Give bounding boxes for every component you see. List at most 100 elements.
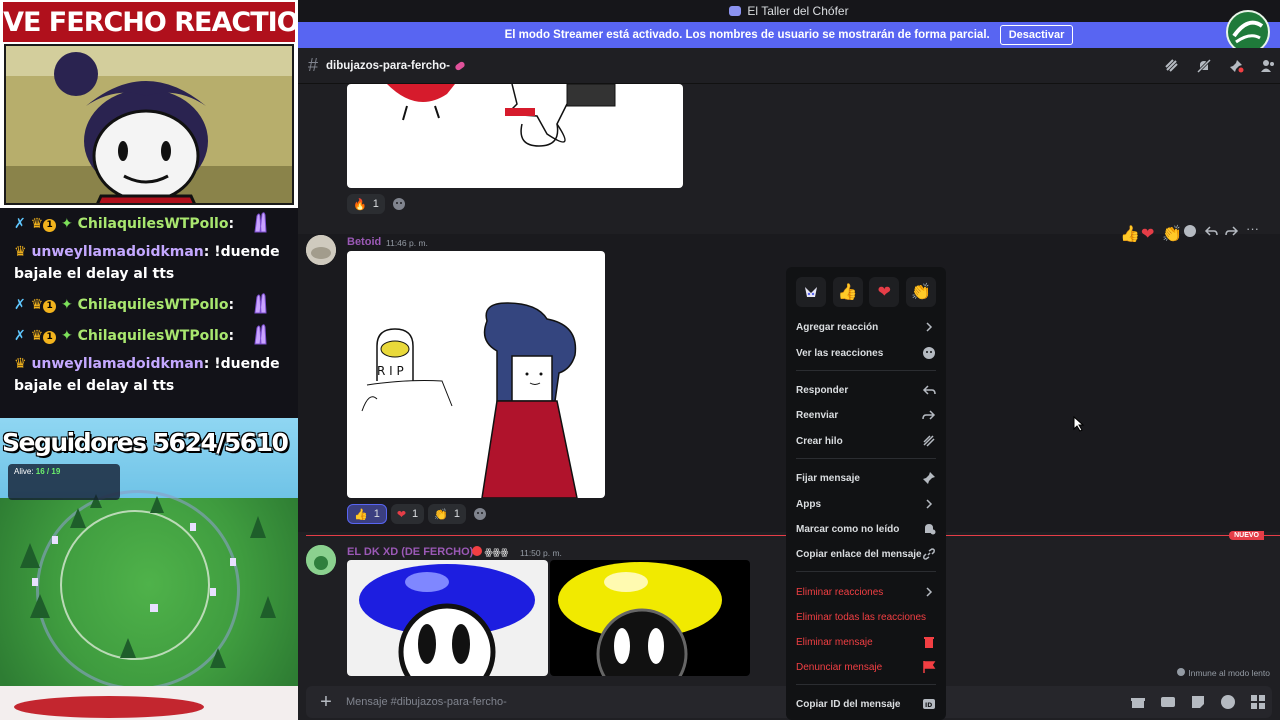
quick-thumbs-up-icon[interactable]: 👍 (1120, 224, 1140, 243)
message-author[interactable]: Betoid (347, 236, 381, 248)
id-icon: ID (922, 697, 936, 711)
channel-name: dibujazos-para-fercho- (326, 59, 450, 72)
add-reaction-button[interactable] (470, 504, 490, 524)
new-badge: NUEVO (1229, 531, 1264, 540)
server-tag: ꙮꙮꙮ (484, 547, 509, 557)
gift-icon[interactable] (1130, 694, 1146, 710)
message-input[interactable] (346, 686, 766, 718)
sticker-icon[interactable] (1190, 694, 1206, 710)
menu-label: Apps (796, 498, 821, 510)
window-titlebar: El Taller del Chófer (298, 0, 1280, 22)
custom-emoji-icon (805, 287, 817, 297)
menu-apps[interactable]: Apps (786, 493, 946, 515)
header-toolbar (1164, 48, 1280, 84)
quick-reaction-thumbs-up[interactable]: 👍 (832, 277, 863, 307)
reaction-bar: 🔥 1 (347, 194, 409, 214)
message-timestamp: 11:46 p. m. (386, 238, 428, 248)
add-reaction-icon[interactable] (1183, 224, 1197, 238)
quick-reactions: 👍 ❤ 👏 (796, 277, 936, 309)
more-options-icon[interactable]: ··· (1246, 222, 1260, 238)
clap-icon: 👏 (434, 508, 448, 521)
menu-view-reactions[interactable]: Ver las reacciones (786, 342, 946, 364)
menu-reply[interactable]: Responder (786, 379, 946, 401)
chevron-right-icon (922, 320, 936, 334)
pin-icon (922, 471, 936, 485)
thumbs-up-icon: 👍 (837, 284, 858, 301)
stream-chat: ✗ ♛ 1 ✦ ChilaquilesWTPollo: ♛ unweyllamad… (0, 208, 298, 418)
reaction-clap[interactable]: 👏 1 (428, 504, 466, 524)
reply-icon (922, 383, 936, 397)
author-tag: ꙮꙮꙮ (472, 546, 508, 558)
chat-username: ChilaquilesWTPollo (77, 328, 229, 344)
menu-copy-message-id[interactable]: Copiar ID del mensaje ID (786, 693, 946, 715)
menu-label: Marcar como no leído (796, 523, 900, 535)
menu-add-reaction[interactable]: Agregar reacción (786, 316, 946, 338)
pin-icon[interactable] (1228, 58, 1244, 74)
alive-value: 16 / 19 (35, 467, 61, 476)
reaction-count: 1 (453, 508, 460, 520)
message-image-attachment[interactable] (347, 560, 548, 676)
gif-icon[interactable] (1160, 694, 1176, 710)
trash-icon (922, 635, 936, 649)
menu-pin-message[interactable]: Fijar mensaje (786, 467, 946, 489)
chat-username: ChilaquilesWTPollo (77, 297, 229, 313)
mute-bell-icon[interactable] (1196, 58, 1212, 74)
message-image-attachment[interactable]: R I P (347, 251, 605, 498)
drawing-image-yellow (558, 562, 722, 676)
menu-report-message[interactable]: Denunciar mensaje (786, 656, 946, 678)
menu-copy-link[interactable]: Copiar enlace del mensaje (786, 543, 946, 565)
menu-delete-message[interactable]: Eliminar mensaje (786, 631, 946, 653)
sword-icon: ✗ (14, 297, 26, 313)
message-author[interactable]: EL DK XD (DE FERCHO) (347, 546, 473, 558)
sword-icon: ✗ (14, 216, 26, 232)
add-reaction-button[interactable] (389, 194, 409, 214)
disable-streamer-mode-button[interactable]: Desactivar (999, 25, 1074, 45)
drawing-image-blue (359, 564, 535, 676)
quick-reaction-heart[interactable]: ❤ (869, 277, 900, 307)
rip-text: R I P (377, 364, 404, 378)
quick-reaction-clap[interactable]: 👏 (905, 277, 936, 307)
reaction-thumbs-up[interactable]: 👍 1 (347, 504, 387, 524)
crown-icon: ♛ (30, 328, 44, 344)
mouse-cursor-icon (1073, 416, 1085, 432)
message-image-attachment[interactable] (550, 560, 750, 676)
apps-icon[interactable] (1250, 694, 1266, 710)
reaction-bar: 👍 1 ❤ 1 👏 1 (347, 504, 490, 524)
menu-remove-reactions[interactable]: Eliminar reacciones (786, 581, 946, 603)
reply-icon[interactable] (1204, 224, 1218, 238)
emoji-icon[interactable] (1220, 694, 1236, 710)
quick-reaction-custom[interactable] (796, 277, 826, 307)
discord-logo-icon (729, 6, 742, 16)
quick-clap-icon[interactable]: 👏 (1162, 224, 1182, 243)
server-tag-icon (472, 546, 482, 556)
logo-swirl-icon (1232, 20, 1264, 44)
diamond-icon: ✦ (61, 297, 73, 313)
avatar[interactable] (306, 235, 336, 265)
add-emoji-icon (392, 198, 405, 210)
alive-label: Alive: (14, 467, 34, 476)
menu-label: Reenviar (796, 409, 839, 421)
avatar[interactable] (306, 545, 336, 575)
plus-icon[interactable]: + (314, 690, 338, 714)
members-icon[interactable] (1260, 58, 1276, 74)
message-context-menu: 👍 ❤ 👏 Agregar reacción Ver las reaccione… (786, 267, 946, 720)
message-image-attachment[interactable] (347, 84, 683, 188)
threads-icon[interactable] (1164, 58, 1180, 74)
menu-label: Eliminar reacciones (796, 586, 884, 598)
menu-separator (796, 370, 936, 371)
author-name[interactable]: EL DK XD (DE FERCHO) (347, 546, 473, 558)
reaction-count: 1 (412, 508, 419, 520)
chat-username: ChilaquilesWTPollo (77, 216, 229, 232)
menu-remove-all-reactions[interactable]: Eliminar todas las reacciones (786, 606, 946, 628)
stream-title: LIVE FERCHO REACTION (0, 2, 321, 42)
author-name[interactable]: Betoid (347, 236, 381, 248)
menu-mark-unread[interactable]: Marcar como no leído (786, 518, 946, 540)
quick-heart-icon[interactable]: ❤ (1141, 224, 1155, 243)
menu-forward[interactable]: Reenviar (786, 404, 946, 426)
menu-create-thread[interactable]: Crear hilo (786, 430, 946, 452)
reaction-fire[interactable]: 🔥 1 (347, 194, 385, 214)
chat-message: ♛ unweyllamadoidkman: !duende bajale el … (14, 356, 280, 394)
reaction-heart[interactable]: ❤ 1 (390, 504, 425, 524)
slowmode-note: Inmune al modo lento (1177, 668, 1270, 678)
forward-icon[interactable] (1225, 224, 1239, 238)
